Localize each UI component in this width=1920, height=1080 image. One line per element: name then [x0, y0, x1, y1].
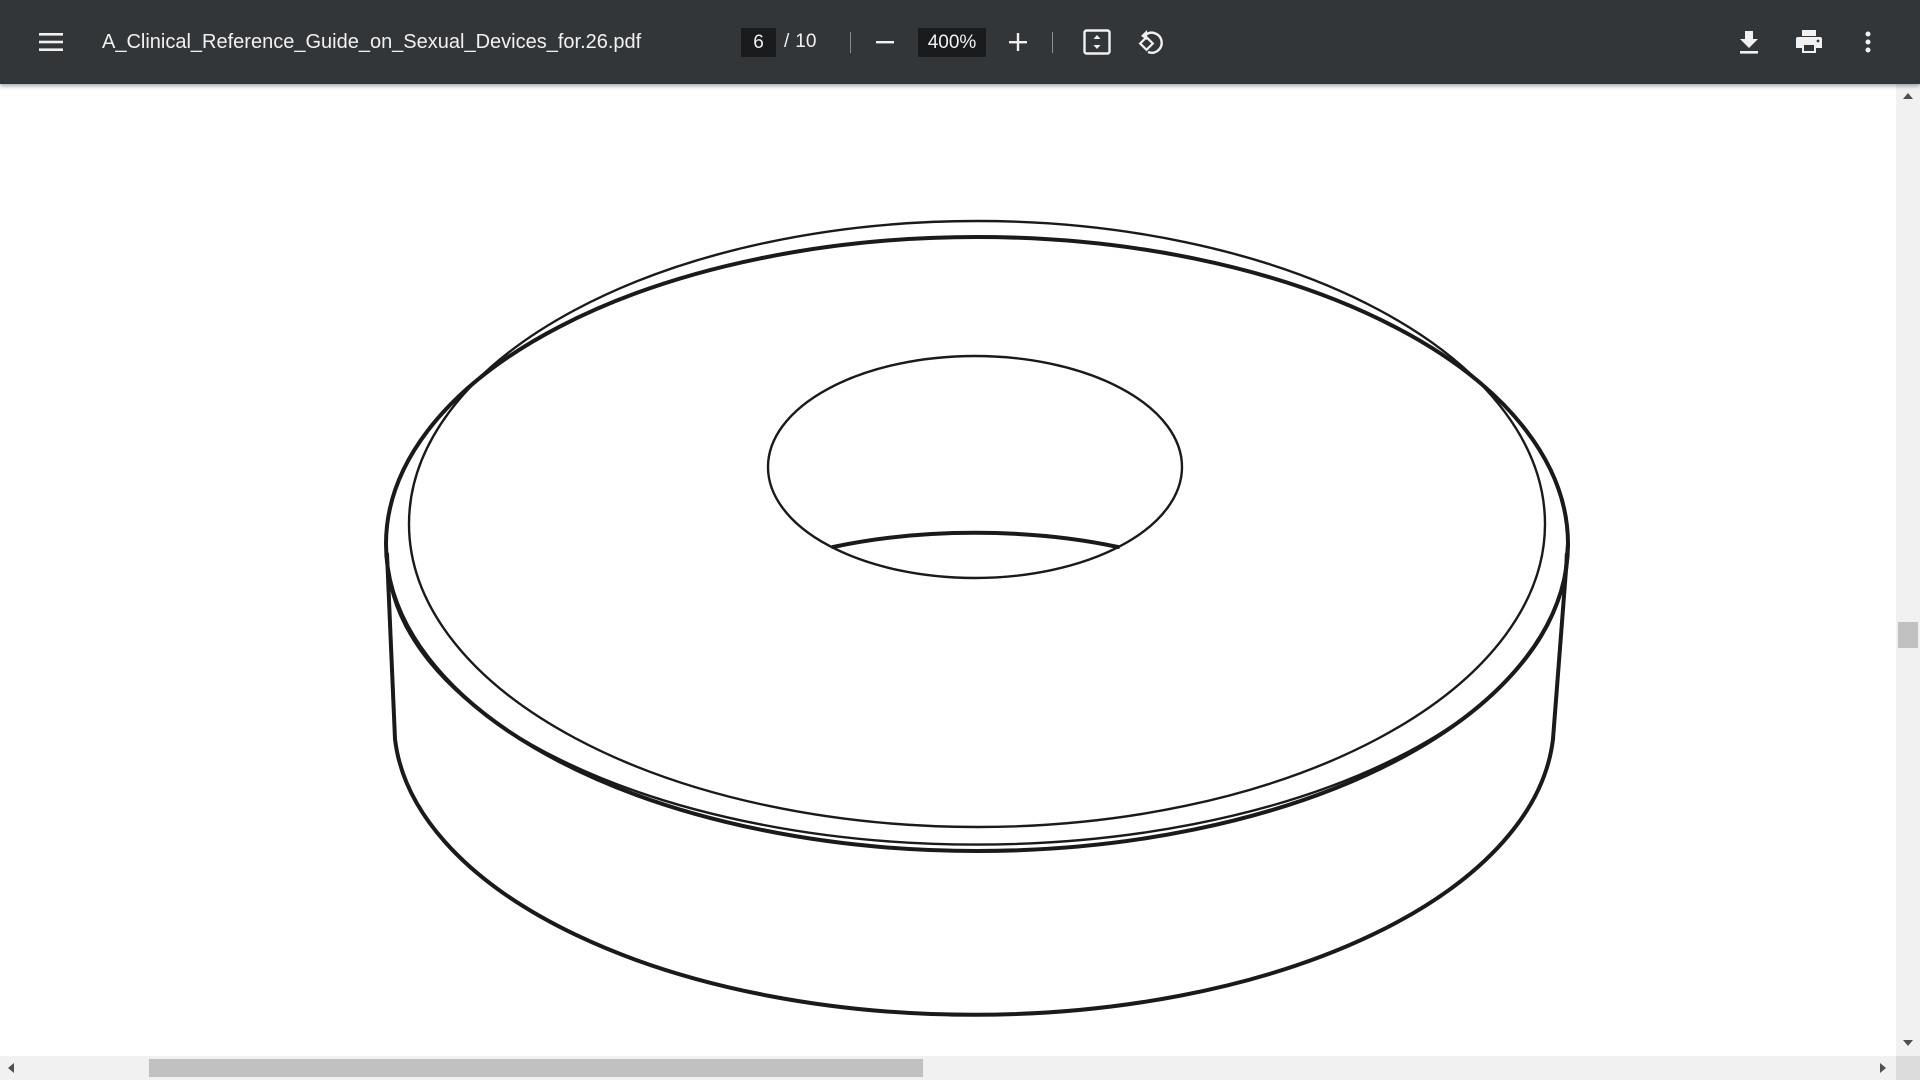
scroll-right-arrow-icon[interactable]: [1880, 1063, 1886, 1073]
print-icon: [1796, 30, 1822, 53]
plus-icon: [1009, 33, 1027, 51]
horizontal-scrollbar-thumb[interactable]: [149, 1059, 923, 1077]
document-title: A_Clinical_Reference_Guide_on_Sexual_Dev…: [102, 31, 642, 53]
scrollbar-corner: [1896, 1056, 1920, 1080]
vertical-scrollbar-thumb[interactable]: [1898, 622, 1918, 648]
download-icon: [1740, 31, 1758, 54]
zoom-out-button[interactable]: [861, 18, 909, 66]
scroll-left-arrow-icon[interactable]: [8, 1063, 14, 1073]
pdf-toolbar: A_Clinical_Reference_Guide_on_Sexual_Dev…: [0, 0, 1920, 84]
total-pages: 10: [795, 31, 817, 52]
more-vertical-icon: [1865, 31, 1871, 53]
page-count: /10: [784, 0, 816, 84]
print-button[interactable]: [1785, 18, 1833, 66]
page-number-input[interactable]: [741, 28, 776, 57]
rotate-button[interactable]: [1127, 18, 1175, 66]
zoom-level-input[interactable]: [918, 28, 986, 57]
rotate-counterclockwise-icon: [1138, 30, 1163, 54]
vertical-scrollbar[interactable]: [1896, 84, 1920, 1056]
horizontal-scrollbar[interactable]: [0, 1056, 1896, 1080]
toolbar-divider: [850, 32, 851, 53]
ring-line-drawing: [384, 219, 1570, 1017]
fit-to-page-button[interactable]: [1073, 18, 1121, 66]
download-button[interactable]: [1725, 18, 1773, 66]
minus-icon: [876, 41, 894, 44]
scroll-up-arrow-icon[interactable]: [1903, 93, 1913, 99]
hamburger-menu-icon[interactable]: [27, 18, 75, 66]
page-separator: /: [784, 31, 790, 52]
scroll-down-arrow-icon[interactable]: [1903, 1040, 1913, 1046]
pdf-page-viewport[interactable]: [0, 84, 1896, 1056]
fit-to-page-icon: [1083, 29, 1111, 55]
more-actions-button[interactable]: [1844, 18, 1892, 66]
toolbar-divider: [1052, 32, 1053, 53]
zoom-in-button[interactable]: [994, 18, 1042, 66]
